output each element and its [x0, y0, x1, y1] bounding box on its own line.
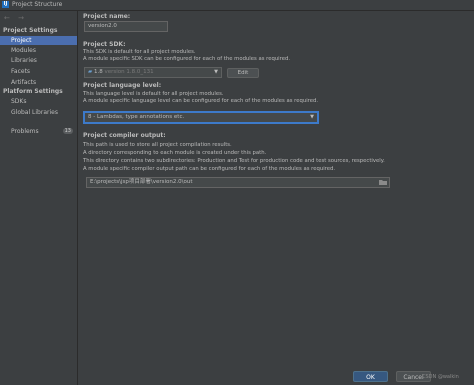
output-desc-3: This directory contains two subdirectori… [83, 158, 385, 164]
sidebar: ← → Project Settings Project Modules Lib… [0, 11, 78, 385]
ok-button[interactable]: OK [353, 371, 388, 382]
language-level-value: 8 - Lambdas, type annotations etc. [88, 114, 185, 120]
sidebar-item-facets[interactable]: Facets [0, 67, 77, 76]
project-sdk-label: Project SDK: [83, 41, 126, 48]
section-project-settings: Project Settings [3, 27, 58, 34]
browse-folder-icon[interactable] [379, 179, 387, 185]
output-desc-2: A directory corresponding to each module… [83, 150, 267, 156]
section-platform-settings: Platform Settings [3, 88, 63, 95]
project-name-input[interactable]: version2.0 [84, 21, 168, 32]
dialog-footer: OK Cancel CSDN @walkin [78, 367, 474, 385]
sidebar-item-project[interactable]: Project [0, 36, 77, 45]
sdk-select[interactable]: ▰ 1.8 version 1.8.0_131 ▼ [84, 67, 222, 78]
language-level-select[interactable]: 8 - Lambdas, type annotations etc. ▼ [84, 112, 318, 123]
sidebar-item-artifacts[interactable]: Artifacts [0, 78, 77, 87]
compiler-output-path-input[interactable]: E:\projects\jsp项目部署\version2.0\out [86, 177, 390, 188]
project-name-label: Project name: [83, 13, 131, 20]
language-desc-2: A module specific language level can be … [83, 98, 319, 104]
compiler-output-path: E:\projects\jsp项目部署\version2.0\out [90, 179, 193, 185]
project-settings-panel: Project name: version2.0 Project SDK: Th… [78, 11, 474, 367]
edit-sdk-button[interactable]: Edit [227, 68, 259, 78]
sdk-value: 1.8 [93, 69, 103, 75]
sidebar-item-global-libraries[interactable]: Global Libraries [0, 108, 77, 117]
problems-label: Problems [11, 128, 39, 135]
back-forward-arrows[interactable]: ← → [4, 14, 27, 22]
chevron-down-icon: ▼ [214, 69, 218, 75]
problems-count-badge: 13 [62, 128, 73, 134]
sdk-desc-2: A module specific SDK can be configured … [83, 56, 291, 62]
sidebar-item-problems[interactable]: Problems 13 [0, 127, 77, 136]
chevron-down-icon: ▼ [310, 114, 314, 120]
intellij-icon: IJ [2, 1, 9, 8]
sdk-version: version 1.8.0_131 [104, 69, 154, 75]
watermark: CSDN @walkin [422, 374, 459, 380]
window-title: Project Structure [12, 1, 63, 8]
sidebar-item-libraries[interactable]: Libraries [0, 56, 77, 65]
language-level-label: Project language level: [83, 82, 162, 89]
sdk-desc: This SDK is default for all project modu… [83, 49, 196, 55]
title-bar: IJ Project Structure [0, 0, 474, 11]
language-desc: This language level is default for all p… [83, 91, 224, 97]
folder-icon: ▰ [88, 69, 93, 75]
output-desc-1: This path is used to store all project c… [83, 142, 232, 148]
sidebar-item-sdks[interactable]: SDKs [0, 97, 77, 106]
compiler-output-label: Project compiler output: [83, 132, 166, 139]
sidebar-item-modules[interactable]: Modules [0, 46, 77, 55]
output-desc-4: A module specific compiler output path c… [83, 166, 336, 172]
